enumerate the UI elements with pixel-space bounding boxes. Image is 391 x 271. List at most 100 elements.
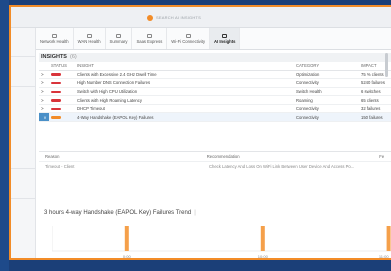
lightbulb-icon (222, 33, 228, 38)
tab-label: Wi-Fi Connectivity (171, 38, 206, 44)
impact-cell: 32 failures (359, 104, 391, 114)
tab-saas-express[interactable]: Saas Express (132, 28, 168, 49)
status-cell (49, 95, 75, 105)
sidebar-divider (11, 198, 36, 199)
feedback-header: Fe (379, 154, 385, 159)
status-cell (49, 70, 75, 80)
tab-summary[interactable]: Summary (106, 28, 133, 49)
details-row: Timeout - Client Check Latency And Loss … (39, 162, 391, 171)
tab-label: WAN Health (77, 38, 101, 44)
status-indicator (51, 82, 61, 85)
insight-details: Reason Recommendation Fe Timeout - Clien… (39, 151, 391, 196)
status-indicator (51, 73, 61, 76)
search-icon (147, 14, 153, 21)
impact-cell: 5240 failures (359, 78, 391, 88)
reason-value: Timeout - Client (45, 164, 75, 169)
vertical-scrollbar[interactable] (385, 53, 388, 77)
sidebar-divider (11, 56, 36, 57)
sidebar-divider (11, 86, 36, 87)
tab-label: AI Insights (214, 38, 236, 44)
insight-cell: High Number DNS Connection Failures (75, 78, 294, 88)
insight-cell: 4-Way Handshake (EAPOL Key) Failures (75, 112, 294, 123)
chevron-right-icon[interactable]: > (39, 87, 49, 97)
trend-separator: | (194, 210, 196, 216)
chevron-right-icon[interactable]: > (39, 70, 49, 80)
trend-section: 3 hours 4-way Handshake (EAPOL Key) Fail… (44, 208, 391, 259)
table-row-selected[interactable]: v 4-Way Handshake (EAPOL Key) Failures C… (39, 112, 391, 123)
status-indicator (51, 90, 61, 93)
tab-label: Saas Express (136, 38, 163, 44)
category-cell: Roaming (294, 95, 359, 105)
column-header-status[interactable]: STATUS (49, 62, 75, 71)
status-cell (49, 104, 75, 114)
table-row[interactable]: > Clients with High Roaming Latency Roam… (39, 95, 391, 105)
chevron-right-icon[interactable]: > (39, 104, 49, 114)
tab-network-health[interactable]: Network Health (36, 28, 74, 49)
insights-header: INSIGHTS (6) (39, 53, 391, 62)
insights-table: STATUS INSIGHT CATEGORY IMPACT > Clients… (39, 62, 391, 123)
recommendation-header: Recommendation (206, 154, 240, 159)
insights-count: (6) (69, 54, 77, 60)
x-tick-label: 10:00 (258, 254, 269, 259)
category-cell: Switch Health (294, 87, 359, 97)
top-bar: SEARCH AI INSIGHTS (11, 7, 391, 28)
network-health-icon (51, 33, 57, 38)
insight-cell: Switch with High CPU Utilization (75, 87, 294, 97)
status-indicator (51, 99, 61, 102)
x-tick-label: 11:00 (379, 254, 389, 259)
category-cell: Optimization (294, 70, 359, 80)
recommendation-value: Check Latency And Loss On WiFi Link Betw… (209, 164, 355, 169)
search-box[interactable]: SEARCH AI INSIGHTS (147, 12, 257, 23)
status-cell (49, 87, 75, 97)
reason-header: Reason (45, 154, 60, 159)
chevron-right-icon[interactable]: > (39, 78, 49, 88)
insight-cell: DHCP Timeout (75, 104, 294, 114)
sidebar (11, 28, 36, 258)
trend-chart: 0:00 10:00 11:00 (51, 224, 391, 259)
tab-label: Summary (109, 38, 128, 44)
table-header-row: STATUS INSIGHT CATEGORY IMPACT (39, 62, 391, 71)
search-placeholder: SEARCH AI INSIGHTS (156, 15, 201, 20)
status-cell (49, 78, 75, 88)
impact-cell: 6 switches (359, 87, 391, 97)
tab-label: Network Health (40, 38, 69, 44)
category-cell: Connectivity (294, 112, 359, 123)
column-header-insight[interactable]: INSIGHT (75, 62, 294, 71)
expand-column-header (39, 62, 49, 71)
insight-cell: Clients with Excessive 2.4 GHz Dwell Tim… (75, 70, 294, 80)
details-header: Reason Recommendation Fe (39, 152, 391, 162)
trend-title: 3 hours 4-way Handshake (EAPOL Key) Fail… (44, 210, 192, 216)
column-header-category[interactable]: CATEGORY (294, 62, 359, 71)
trend-bar (386, 226, 391, 251)
saas-express-icon (146, 33, 152, 38)
dashboard-tabs: Network Health WAN Health Summary Saas E… (36, 28, 391, 50)
category-cell: Connectivity (294, 78, 359, 88)
insights-panel: INSIGHTS (6) STATUS INSIGHT CATEGORY IMPA… (39, 53, 391, 258)
sidebar-divider (11, 168, 36, 169)
table-row[interactable]: > Clients with Excessive 2.4 GHz Dwell T… (39, 70, 391, 80)
table-row[interactable]: > Switch with High CPU Utilization Switc… (39, 87, 391, 97)
trend-header: 3 hours 4-way Handshake (EAPOL Key) Fail… (44, 208, 391, 218)
wan-health-icon (86, 33, 92, 38)
x-tick-label: 0:00 (123, 254, 132, 259)
window-frame (0, 0, 9, 271)
chevron-down-icon[interactable]: v (39, 112, 49, 123)
app-window: SEARCH AI INSIGHTS Network Health WAN He… (9, 5, 391, 260)
insights-title: INSIGHTS (41, 54, 67, 60)
insight-cell: Clients with High Roaming Latency (75, 95, 294, 105)
category-cell: Connectivity (294, 104, 359, 114)
trend-bar (260, 226, 265, 251)
chevron-right-icon[interactable]: > (39, 95, 49, 105)
tab-ai-insights[interactable]: AI Insights (210, 28, 241, 49)
table-row[interactable]: > High Number DNS Connection Failures Co… (39, 78, 391, 88)
status-cell (49, 112, 75, 123)
status-indicator (51, 107, 61, 111)
tab-wifi-connectivity[interactable]: Wi-Fi Connectivity (167, 28, 211, 49)
trend-bar (124, 226, 129, 251)
tab-wan-health[interactable]: WAN Health (74, 28, 106, 49)
summary-icon (115, 33, 121, 38)
wifi-connectivity-icon (185, 33, 191, 38)
table-row[interactable]: > DHCP Timeout Connectivity 32 failures (39, 104, 391, 114)
status-indicator (51, 116, 61, 119)
impact-cell: 65 clients (359, 95, 391, 105)
